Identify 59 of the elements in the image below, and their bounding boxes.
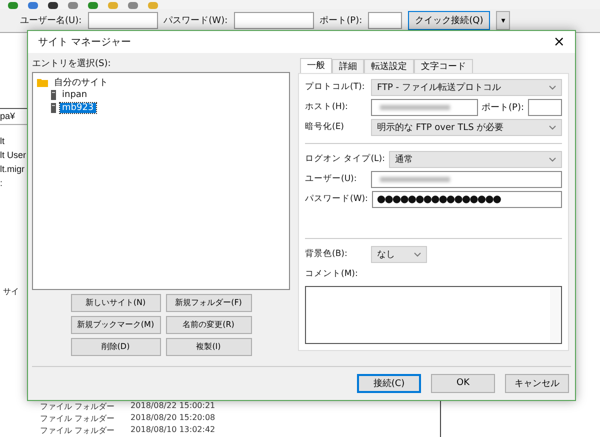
table-cell: ファイル フォルダー xyxy=(40,413,115,425)
dialog-button[interactable]: OK xyxy=(431,374,495,393)
tree-label: エントリを選択(S): xyxy=(32,58,112,70)
logon-type-dropdown[interactable]: 通常 xyxy=(388,150,562,168)
tab[interactable]: 詳細 xyxy=(332,58,364,73)
status-text: サイ xyxy=(2,286,20,297)
chevron-icon xyxy=(549,124,556,130)
color-dropdown[interactable]: なし xyxy=(371,246,427,263)
field-label: ユーザー名(U): xyxy=(20,14,82,27)
field-label: 暗号化(E) xyxy=(305,121,346,134)
server-icon xyxy=(51,90,56,100)
table-cell: ファイル フォルダー xyxy=(40,425,115,437)
dropdown-button[interactable]: ▾ xyxy=(496,11,510,30)
table-cell: ファイル フォルダー xyxy=(40,401,115,413)
site-button[interactable]: 名前の変更(R) xyxy=(166,316,252,334)
table-cell-text: 2018/08/10 13:02:42 xyxy=(130,425,216,436)
input-field[interactable] xyxy=(88,12,158,29)
chevron-icon xyxy=(549,156,556,162)
table-cell-text: 2018/08/20 15:20:08 xyxy=(130,413,216,424)
encryption-dropdown[interactable]: 明示的な FTP over TLS が必要 xyxy=(371,118,562,136)
tab[interactable]: 一般 xyxy=(300,58,332,73)
field-label: ポート(P): xyxy=(482,102,524,114)
window-title: サイト マネージャー xyxy=(38,36,132,49)
password-field[interactable]: ●●●●●●●●●●●●●●●● xyxy=(372,190,562,208)
field-label: コメント(M): xyxy=(305,268,359,280)
port-field[interactable] xyxy=(528,98,562,116)
field-label: ログオン タイプ(L): xyxy=(305,153,385,166)
comment-field[interactable] xyxy=(305,286,562,344)
site-button[interactable]: 新規フォルダー(F) xyxy=(166,294,252,312)
field-label: 背景色(B): xyxy=(305,248,348,260)
user-field[interactable] xyxy=(371,170,562,188)
site-button[interactable]: 削除(D) xyxy=(70,338,160,356)
close-button[interactable]: × xyxy=(549,34,569,50)
host-field[interactable] xyxy=(371,98,478,116)
field-label: プロトコル(T): xyxy=(305,81,366,94)
input-field[interactable] xyxy=(368,12,402,29)
dialog-button[interactable]: キャンセル xyxy=(505,374,569,393)
dialog-button[interactable]: 接続(C) xyxy=(357,374,421,393)
field-label: ホスト(H): xyxy=(305,101,349,114)
site-button[interactable]: 複製(I) xyxy=(166,338,252,356)
tree-item[interactable]: inpan xyxy=(60,90,90,100)
field-label: パスワード(W): xyxy=(305,193,368,206)
site-button[interactable]: 新しいサイト(N) xyxy=(70,294,160,312)
quickconnect-button[interactable]: クイック接続(Q) xyxy=(408,11,490,30)
table-cell-text: 2018/08/22 15:00:21 xyxy=(130,401,216,412)
site-button[interactable]: 新規ブックマーク(M) xyxy=(70,316,160,334)
chevron-icon xyxy=(549,84,556,90)
chevron-icon xyxy=(414,252,421,257)
protocol-dropdown[interactable]: FTP - ファイル転送プロトコル xyxy=(371,78,562,96)
input-field[interactable] xyxy=(234,12,314,29)
tree-item[interactable]: mb923 xyxy=(60,103,96,114)
field-label: ユーザー(U): xyxy=(305,173,358,186)
tab[interactable]: 転送設定 xyxy=(364,58,414,73)
field-label: ポート(P): xyxy=(320,15,362,27)
tree-item[interactable]: 自分のサイト xyxy=(52,76,110,89)
field-label: パスワード(W): xyxy=(164,15,228,27)
server-icon xyxy=(51,103,56,114)
folder-icon xyxy=(37,78,48,87)
tab[interactable]: 文字コード xyxy=(414,58,473,73)
